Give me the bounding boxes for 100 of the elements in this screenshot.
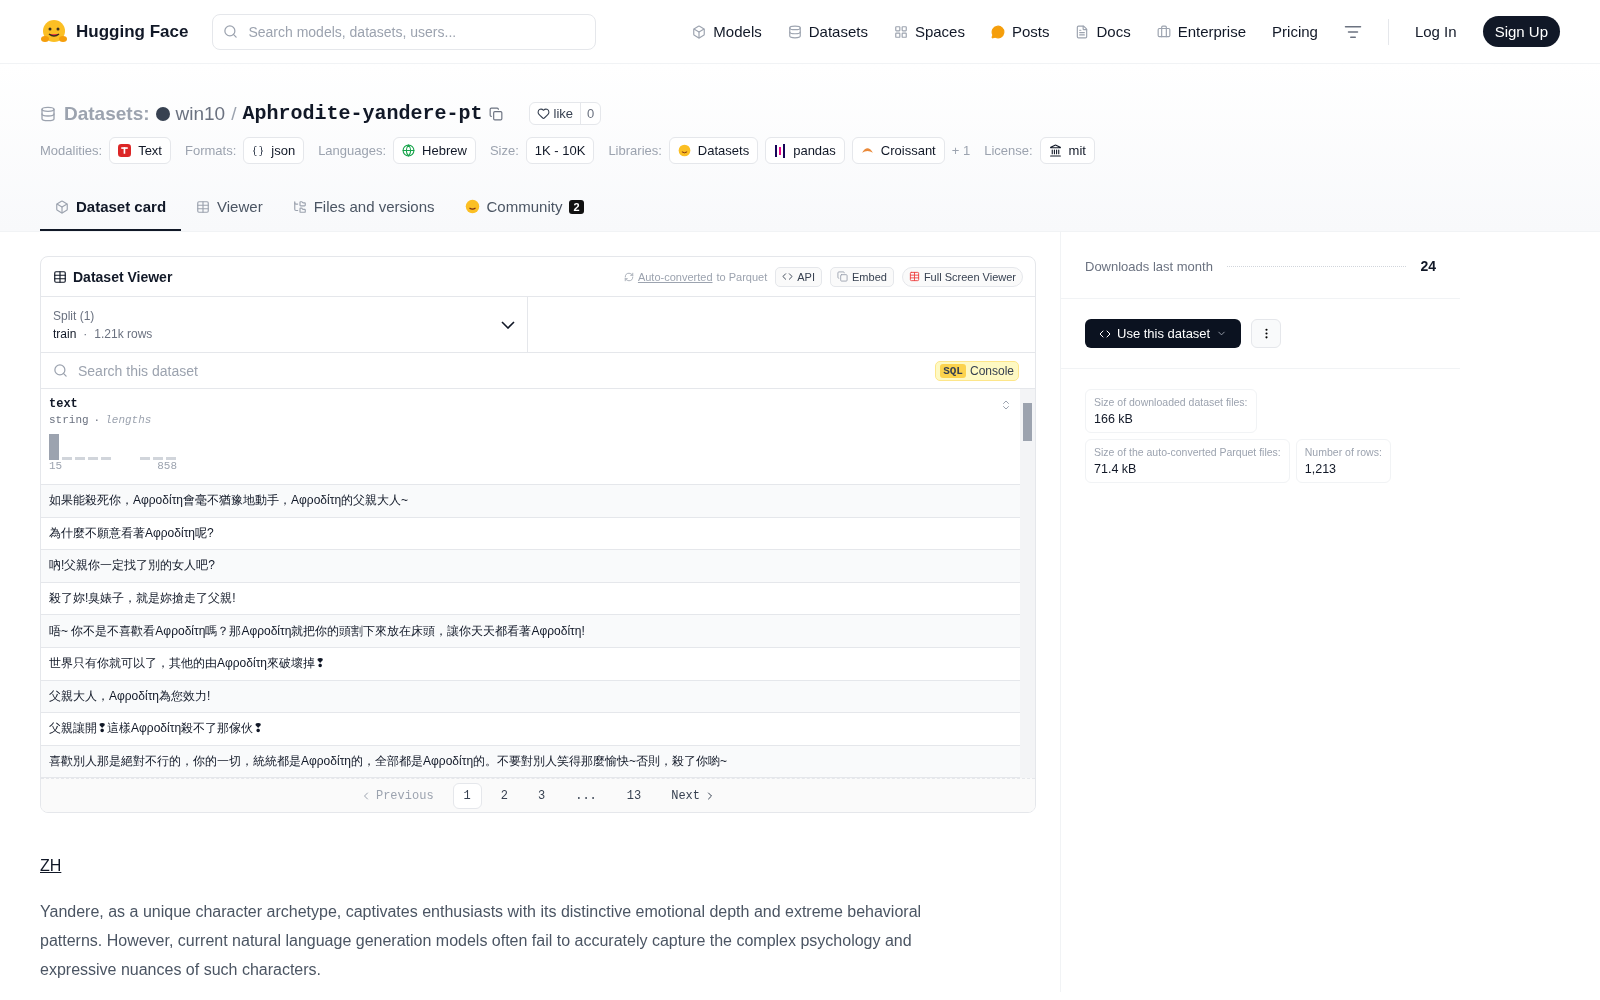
axis-label: 858 [157,460,177,472]
briefcase-icon [1156,24,1171,39]
scrollbar[interactable] [1020,389,1035,779]
description-paragraph: Yandere, as a unique character archetype, captivates enthusiasts with its distinctive emotional depth and extreme behavioral patterns. However, current natural language generation models often fail to accurately capture the complex psychology and expressive nuances of such characters. [40,902,923,981]
document-icon [1075,24,1090,39]
sql-console-button[interactable]: SQL Console [935,360,1019,381]
stat-value: 71.4 kB [1094,462,1138,476]
smiley-icon [677,144,691,157]
smiley-icon [464,199,480,214]
table-cell: 唔~ 你不是不喜歡看Aφροδίτη嗎？那Aφροδίτη就把你的頭割下來放在床頭，讓你天天都看著Aφροδίτη! [41,615,1020,648]
nav-link[interactable]: Models [692,23,762,40]
meta-label: Libraries: [608,143,662,158]
meta-tag[interactable]: mit [1039,137,1095,164]
full-screen-button[interactable]: Full Screen Viewer [901,266,1023,287]
code-icon [782,271,794,282]
downloads-count: 24 [1420,258,1436,274]
next-link[interactable]: Next [660,782,727,809]
parquet-note: to Parquet [716,270,768,283]
page-link[interactable]: 3 [527,782,557,809]
bank-icon [1048,144,1062,157]
tab[interactable]: Community 2 [449,186,599,231]
stat-value: 166 kB [1094,412,1134,426]
table-icon [53,269,67,284]
meta-label: License: [984,143,1033,158]
api-button[interactable]: API [775,266,822,287]
meta-tag[interactable]: json [243,137,305,164]
database-icon [40,105,56,122]
cube-icon [55,199,69,214]
section-label: Datasets: [64,102,150,125]
copy-icon[interactable] [488,106,503,121]
nav-link[interactable]: Datasets [787,23,868,40]
viewer-title: Dataset Viewer [53,268,173,285]
signup-button[interactable]: Sign Up [1482,16,1560,47]
use-dataset-button[interactable]: Use this dataset [1085,319,1242,348]
chevron-down-icon [501,320,515,329]
meta-tag[interactable]: Croissant [851,137,945,164]
table-icon [196,199,211,214]
embed-button[interactable]: Embed [830,266,894,287]
table-cell: 如果能殺死你，Aφροδίτη會毫不猶豫地動手，Aφροδίτη的父親大人~ [41,485,1020,518]
meta-tag[interactable]: Datasets [668,137,759,164]
page-link[interactable]: 1 [452,782,482,809]
meta-label: Size: [489,143,519,158]
page-link[interactable]: ... [564,782,608,809]
stat-label: Number of rows: [1304,446,1382,458]
table-cell: 喜歡別人那是絕對不行的，你的一切，統統都是Aφροδίτη的，全部都是Aφροδίτη的。不要對別人笑得那麼愉快~否則，殺了你喲~ [41,745,1020,779]
nav-link[interactable]: Docs [1075,23,1131,40]
meta-label: Modalities: [40,143,103,158]
file-tree-icon [292,199,307,214]
page-link[interactable]: 2 [489,782,519,809]
sort-icon[interactable] [1000,399,1012,411]
section-link[interactable]: ZH [40,857,1036,876]
tab[interactable]: Files and versions [277,186,450,231]
downloads-label: Downloads last month [1085,258,1213,274]
tab[interactable]: Viewer [181,186,278,231]
search-field[interactable]: Search models, datasets, users... [212,13,597,50]
page-link[interactable]: 13 [615,782,653,809]
braces-icon [252,144,265,157]
like-button[interactable]: like 0 [528,102,602,125]
chat-bubble-icon [990,24,1005,39]
nav-link[interactable]: Enterprise [1156,23,1247,40]
avatar-icon [155,106,170,121]
heart-icon [536,107,550,120]
dataset-name: Aphrodite-yandere-pt [242,102,483,125]
path-separator: / [231,102,237,125]
nav-link[interactable]: Spaces [893,23,965,40]
search-icon [53,363,68,378]
nav-link[interactable]: Posts [990,23,1050,40]
owner-link[interactable]: win10 [175,102,226,125]
stat-label: Size of downloaded dataset files: [1094,396,1248,408]
stat-value: 1,213 [1304,462,1338,476]
tab[interactable]: Dataset card [40,186,182,231]
globe-icon [402,144,416,157]
table-icon [908,271,920,282]
copy-icon [837,271,848,282]
meta-label: Languages: [318,143,387,158]
meta-label: Formats: [185,143,237,158]
text-icon [118,144,132,157]
count-badge: 2 [569,199,584,214]
refresh-icon [623,271,634,282]
cube-icon [692,24,707,39]
meta-tag[interactable]: Hebrew [393,137,476,164]
column-type: string · lengths [49,414,153,426]
stat-label: Size of the auto-converted Parquet files: [1094,446,1281,458]
bars-icon [774,143,787,158]
brand-name[interactable]: Hugging Face [76,21,189,42]
meta-tag[interactable]: pandas [765,137,845,164]
table-cell: 吶!父親你一定找了別的女人吧? [41,550,1020,583]
nav-link[interactable]: Pricing [1272,23,1318,40]
meta-tag[interactable]: Text [109,137,171,164]
meta-tag[interactable]: 1K - 10K [525,137,595,164]
dataset-search-field[interactable]: Search this dataset SQL Console [41,353,1035,389]
login-link[interactable]: Log In [1414,23,1457,40]
search-icon [223,24,239,39]
like-count: 0 [580,103,601,124]
axis-label: 15 [49,460,63,472]
grid-icon [893,24,908,39]
dataset-search-input[interactable]: Search this dataset [76,361,928,380]
database-icon [787,24,802,39]
column-name: text [49,397,78,411]
search-input[interactable]: Search models, datasets, users... [246,22,586,41]
